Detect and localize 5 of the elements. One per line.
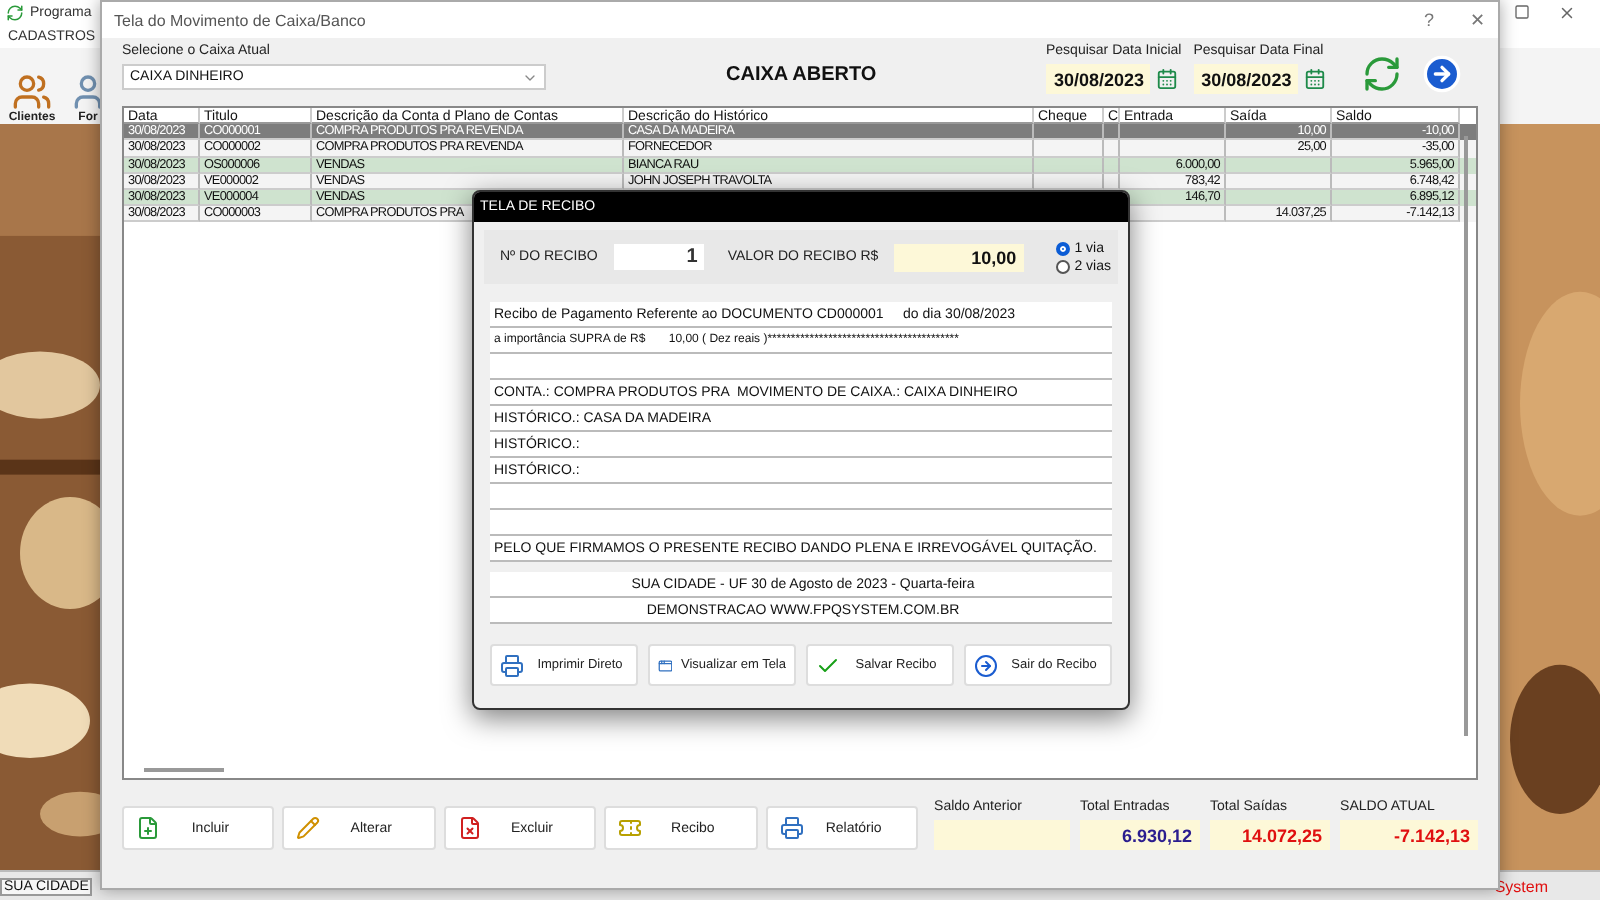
- window-title: Tela do Movimento de Caixa/Banco: [114, 11, 366, 29]
- total-field: -7.142,13: [1340, 820, 1479, 850]
- status-heading: CAIXA ABERTO: [726, 64, 879, 86]
- total-field: 14.072,25: [1210, 820, 1331, 850]
- total-field: 6.930,12: [1080, 820, 1201, 850]
